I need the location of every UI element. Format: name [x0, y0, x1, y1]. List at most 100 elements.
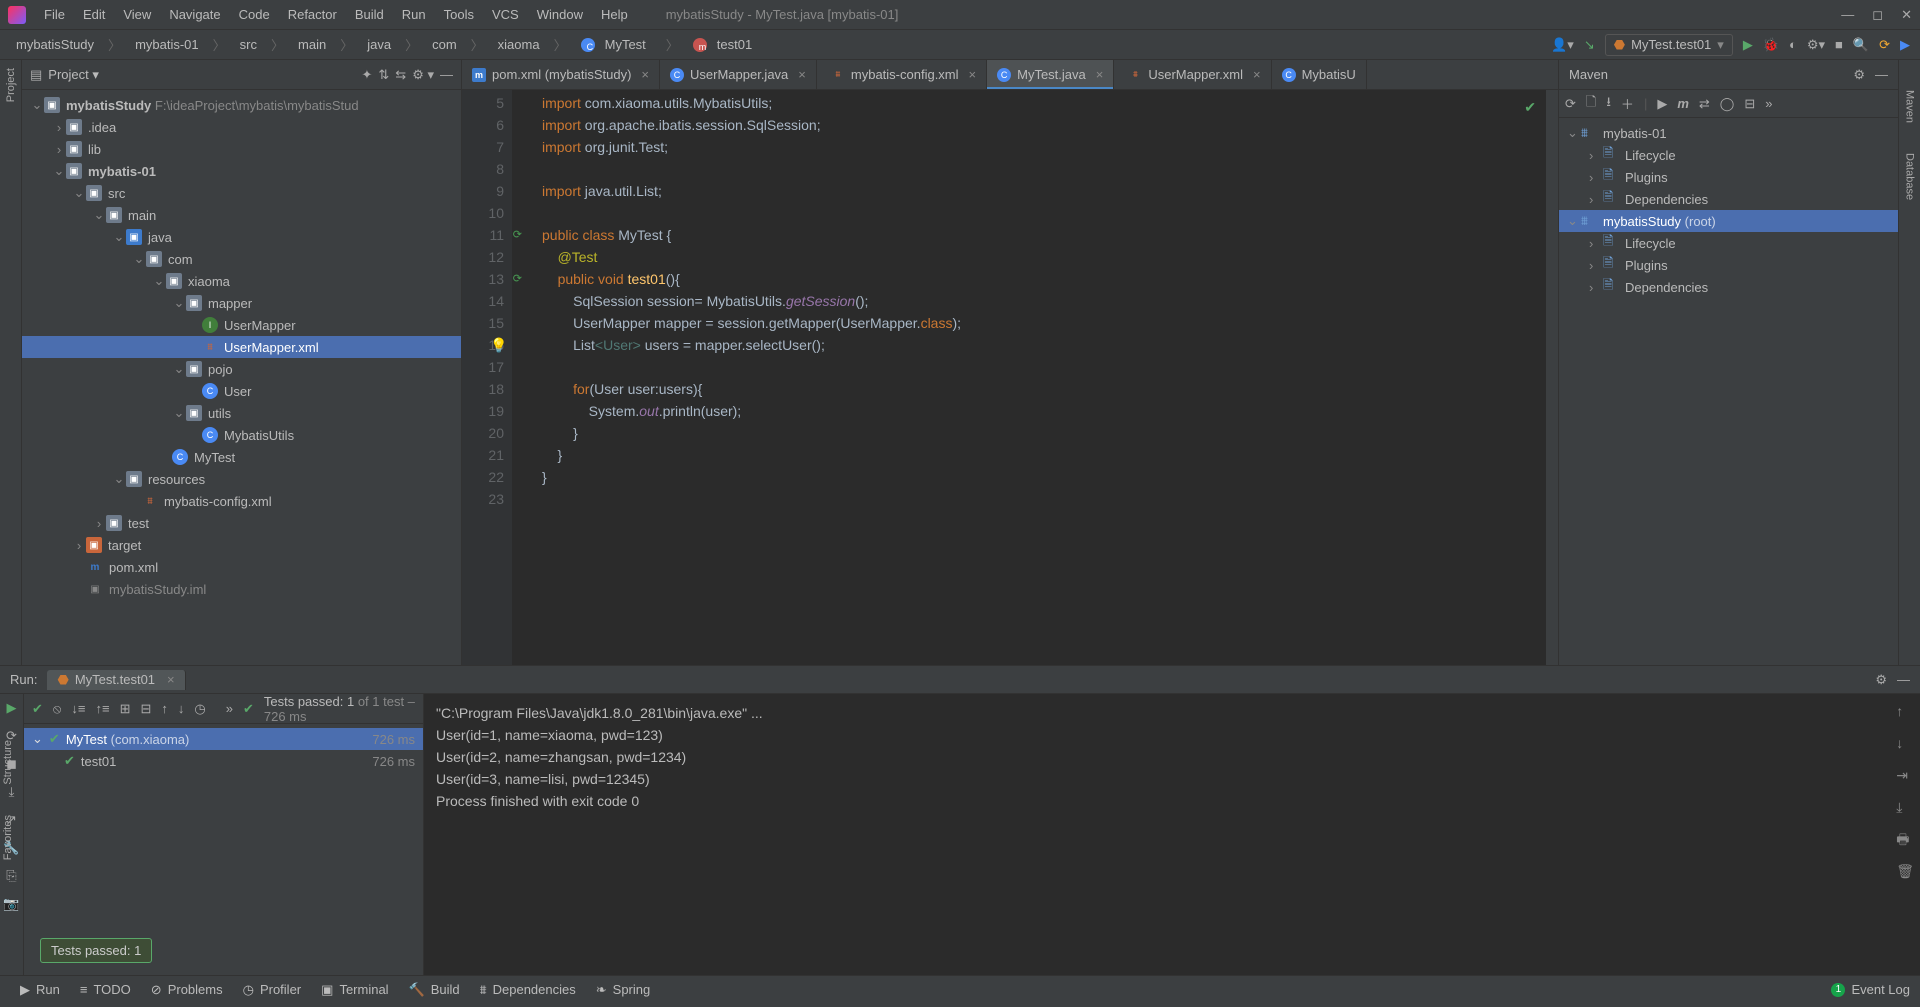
run-tab[interactable]: ⬣MyTest.test01× [47, 670, 185, 690]
gutter[interactable]: 567891011⟳1213⟳14151617181920212223 [462, 90, 512, 665]
minimize-icon[interactable]: — [1841, 7, 1854, 23]
code-content[interactable]: ✔ import import com.xiaoma.utils.Mybatis… [512, 90, 1546, 665]
bottom-terminal[interactable]: ▣ Terminal [311, 976, 398, 1003]
hide-panel-icon[interactable]: — [440, 67, 453, 82]
bottom-build[interactable]: 🔨 Build [399, 976, 470, 1003]
rerun-icon[interactable]: ▶ [7, 700, 17, 716]
crumb-2[interactable]: src [234, 35, 263, 54]
crumb-4[interactable]: java [361, 35, 397, 54]
tree-resources[interactable]: ⌄▣resources [22, 468, 461, 490]
bottom-problems[interactable]: ⊘ Problems [141, 976, 233, 1003]
tree-com[interactable]: ⌄▣com [22, 248, 461, 270]
sync-icon[interactable]: ⟳ [1879, 37, 1890, 53]
tree-mbcfg[interactable]: ⩩mybatis-config.xml [22, 490, 461, 512]
menu-refactor[interactable]: Refactor [280, 4, 345, 25]
test-root[interactable]: ⌄✔MyTest (com.xiaoma)726 ms [24, 728, 423, 750]
run-config-selector[interactable]: ⬣MyTest.test01▾ [1605, 34, 1733, 56]
stripe-structure[interactable]: Structure [2, 740, 14, 785]
tree-mybatisutils[interactable]: CMybatisUtils [22, 424, 461, 446]
code-editor[interactable]: 567891011⟳1213⟳14151617181920212223 ✔ im… [462, 90, 1558, 665]
collapse-all-icon[interactable]: ⇆ [395, 67, 406, 83]
crumb-1[interactable]: mybatis-01 [129, 35, 205, 54]
camera-icon[interactable]: 📷 [3, 896, 19, 912]
search-icon[interactable]: 🔍 [1853, 37, 1869, 53]
tree-user[interactable]: CUser [22, 380, 461, 402]
expand-icon[interactable]: ⊞ [120, 701, 131, 717]
maven-tree[interactable]: ⌄⩩mybatis-01 ›🗎Lifecycle ›🗎Plugins ›🗎Dep… [1559, 118, 1898, 302]
editor-scrollbar[interactable] [1546, 90, 1558, 665]
tree-src[interactable]: ⌄▣src [22, 182, 461, 204]
console-print-icon[interactable]: 🖶 [1896, 828, 1914, 850]
tree-main[interactable]: ⌄▣main [22, 204, 461, 226]
maven-lifecycle[interactable]: ›🗎Lifecycle [1559, 144, 1898, 166]
stripe-maven[interactable]: Maven [1904, 90, 1916, 123]
menu-file[interactable]: File [36, 4, 73, 25]
tree-xiaoma[interactable]: ⌄▣xiaoma [22, 270, 461, 292]
next-icon[interactable]: ↓ [178, 701, 185, 716]
console-wrap-icon[interactable]: ⇥ [1896, 764, 1914, 786]
bottom-spring[interactable]: ❧ Spring [586, 976, 660, 1003]
tab-mytest[interactable]: CMyTest.java× [987, 60, 1114, 89]
crumb-7[interactable]: CMyTest [575, 35, 658, 55]
maven-root-plugins[interactable]: ›🗎Plugins [1559, 254, 1898, 276]
stripe-project[interactable]: Project [5, 68, 17, 102]
collapse-icon[interactable]: ⊟ [140, 701, 151, 717]
tree-idea[interactable]: ›▣.idea [22, 116, 461, 138]
add-config-icon[interactable]: 👤▾ [1551, 37, 1574, 53]
tree-pom[interactable]: mpom.xml [22, 556, 461, 578]
bottom-profiler[interactable]: ◷ Profiler [233, 976, 312, 1003]
debug-button-icon[interactable]: 🐞 [1763, 37, 1779, 53]
sort2-icon[interactable]: ↑≡ [95, 701, 109, 716]
export-icon[interactable]: ◷ [194, 701, 205, 717]
crumb-5[interactable]: com [426, 35, 463, 54]
intention-bulb-icon[interactable]: 💡 [490, 334, 507, 356]
maven-m01[interactable]: ⌄⩩mybatis-01 [1559, 122, 1898, 144]
console-output[interactable]: "C:\Program Files\Java\jdk1.8.0_281\bin\… [424, 694, 1920, 975]
maven-more-icon[interactable]: » [1765, 96, 1772, 111]
maven-root-lifecycle[interactable]: ›🗎Lifecycle [1559, 232, 1898, 254]
maven-exec-icon[interactable]: m [1677, 96, 1689, 111]
tree-iml[interactable]: ▣mybatisStudy.iml [22, 578, 461, 600]
run-tab-close-icon[interactable]: × [167, 672, 175, 687]
tab-mybatisutils[interactable]: CMybatisU [1272, 60, 1367, 89]
maven-plugins[interactable]: ›🗎Plugins [1559, 166, 1898, 188]
event-log-button[interactable]: Event Log [1851, 982, 1910, 997]
ide-settings-icon[interactable]: ▶ [1900, 37, 1910, 53]
project-tree[interactable]: ⌄▣mybatisStudy F:\ideaProject\mybatis\my… [22, 90, 461, 665]
maven-run-icon[interactable]: ▶ [1657, 96, 1667, 112]
tree-pojo[interactable]: ⌄▣pojo [22, 358, 461, 380]
crumb-6[interactable]: xiaoma [492, 35, 546, 54]
show-passed-icon[interactable]: ✔ [32, 701, 43, 717]
console-clear-icon[interactable]: 🗑 [1896, 860, 1914, 882]
tree-lib[interactable]: ›▣lib [22, 138, 461, 160]
locate-icon[interactable]: ✦ [361, 67, 372, 83]
crumb-0[interactable]: mybatisStudy [10, 35, 100, 54]
exit-icon[interactable]: ⎘ [6, 868, 16, 884]
menu-help[interactable]: Help [593, 4, 636, 25]
menu-build[interactable]: Build [347, 4, 392, 25]
maven-download-icon[interactable]: ⭳ [1606, 93, 1611, 115]
tree-target[interactable]: ›▣target [22, 534, 461, 556]
tab-pom[interactable]: mpom.xml (mybatisStudy)× [462, 60, 660, 89]
sort-icon[interactable]: ↓≡ [71, 701, 85, 716]
bottom-run[interactable]: ▶ Run [10, 976, 70, 1003]
console-scroll-icon[interactable]: ⤓ [1896, 796, 1914, 818]
show-ignored-icon[interactable]: ⦸ [53, 701, 61, 717]
maven-settings-icon[interactable]: ⚙ [1853, 67, 1865, 83]
maven-reload-icon[interactable]: ⟳ [1565, 96, 1576, 112]
tree-usermapper-xml[interactable]: ⩩UserMapper.xml [22, 336, 461, 358]
tab-close-icon[interactable]: × [1096, 67, 1104, 82]
expand-all-icon[interactable]: ⇅ [378, 67, 389, 83]
menu-window[interactable]: Window [529, 4, 591, 25]
project-panel-title[interactable]: Project ▾ [48, 67, 355, 83]
stripe-favorites[interactable]: Favorites [2, 815, 14, 860]
maven-collapse-icon[interactable]: ⊟ [1744, 96, 1755, 112]
run-hide-icon[interactable]: — [1897, 672, 1910, 688]
tree-usermapper-java[interactable]: IUserMapper [22, 314, 461, 336]
tab-usermapper-java[interactable]: CUserMapper.java× [660, 60, 817, 89]
tab-usermapper-xml[interactable]: ⩩UserMapper.xml× [1114, 60, 1271, 89]
maximize-icon[interactable]: ◻ [1872, 7, 1883, 23]
run-button-icon[interactable]: ▶ [1743, 37, 1753, 53]
tab-mbconfig[interactable]: ⩩mybatis-config.xml× [817, 60, 987, 89]
tab-close-icon[interactable]: × [798, 67, 806, 82]
